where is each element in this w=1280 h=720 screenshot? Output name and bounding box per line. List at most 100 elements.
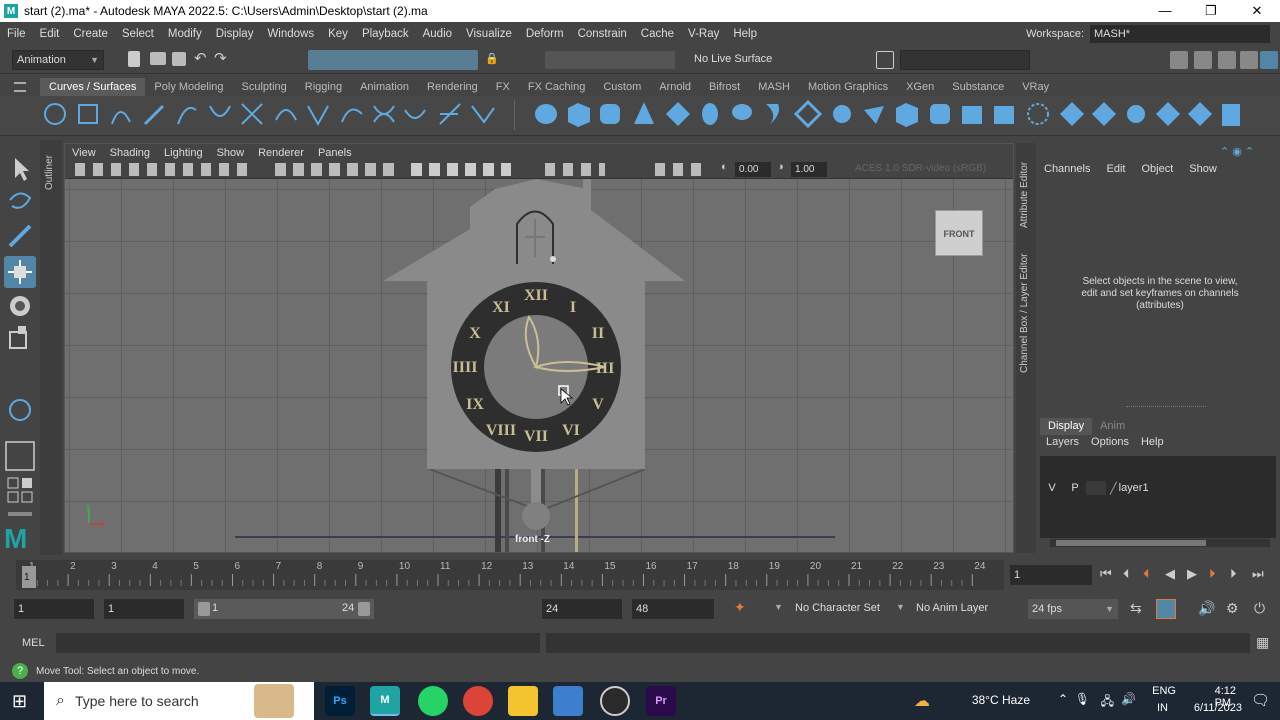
step-back-key-icon[interactable]: ⏴ — [1143, 566, 1150, 582]
fillet-curve-icon[interactable] — [373, 105, 395, 123]
time-slider[interactable]: 123456789101112131415161718192021222324 … — [16, 560, 1004, 590]
menu-help[interactable]: Help — [726, 28, 764, 40]
taskbar-search-box[interactable]: ⌕ Type here to search — [44, 682, 314, 720]
scene-start-field[interactable]: 1 — [14, 599, 94, 619]
shelf-tab-xgen[interactable]: XGen — [897, 78, 943, 96]
shading-mode-icons[interactable] — [411, 163, 511, 176]
menu-visualize[interactable]: Visualize — [459, 28, 519, 40]
insert-isoparm-icon[interactable] — [1092, 102, 1116, 126]
menu-playback[interactable]: Playback — [355, 28, 416, 40]
shelf-tab-sculpting[interactable]: Sculpting — [233, 78, 296, 96]
open-scene-icon[interactable] — [150, 52, 166, 65]
select-tool-icon[interactable] — [15, 158, 29, 181]
play-forwards-icon[interactable]: ▶ — [1187, 566, 1197, 582]
step-back-frame-icon[interactable]: ⏴ — [1123, 566, 1130, 582]
character-set-chevron-icon[interactable]: ▼ — [774, 602, 783, 612]
viewport-menu-show[interactable]: Show — [210, 147, 252, 159]
notification-icon[interactable]: 🗨 — [1251, 691, 1270, 709]
new-scene-icon[interactable] — [128, 51, 140, 67]
playback-options-icon[interactable]: ⏻ — [1254, 600, 1265, 617]
viewport-menu-panels[interactable]: Panels — [311, 147, 359, 159]
taskbar-chrome-icon[interactable] — [463, 686, 493, 716]
curve-edit-icon[interactable] — [241, 103, 263, 125]
language-indicator[interactable]: ENG — [1152, 685, 1176, 697]
intersect-icon[interactable] — [930, 104, 950, 124]
curve-detach-icon[interactable] — [307, 105, 329, 127]
layer-visibility-toggle[interactable]: V — [1040, 482, 1064, 494]
lasso-tool-icon[interactable] — [9, 192, 32, 209]
offset-surface-icon[interactable] — [1127, 105, 1145, 123]
animation-preferences-icon[interactable]: ⚙ — [1226, 600, 1239, 617]
sound-icon[interactable]: 🔊 — [1198, 600, 1215, 617]
viewport-menu-renderer[interactable]: Renderer — [251, 147, 311, 159]
square-surface-icon[interactable] — [864, 106, 884, 124]
playback-end-field[interactable]: 24 — [542, 599, 622, 619]
layer-color-swatch[interactable] — [1086, 481, 1106, 495]
shelf-tab-vray[interactable]: VRay — [1013, 78, 1058, 96]
taskbar-screen-recorder-icon[interactable] — [600, 686, 630, 716]
arc-tool-icon[interactable] — [177, 106, 197, 125]
menu-cache[interactable]: Cache — [634, 28, 681, 40]
bezier-curve-icon[interactable] — [209, 105, 231, 117]
shelf-tab-custom[interactable]: Custom — [594, 78, 650, 96]
planar-icon[interactable] — [471, 105, 495, 124]
shelf-tab-substance[interactable]: Substance — [943, 78, 1013, 96]
cv-curve-icon[interactable] — [111, 111, 131, 125]
anim-layer-label[interactable]: No Anim Layer — [916, 602, 988, 614]
gamma-field[interactable]: 1.00 — [791, 162, 827, 177]
revolve-icon[interactable] — [732, 104, 752, 120]
extend-surface-icon[interactable] — [1060, 102, 1084, 126]
playback-start-field[interactable]: 1 — [104, 599, 184, 619]
taskbar-app-icon[interactable] — [553, 686, 583, 716]
tool-settings-icon[interactable] — [1240, 51, 1258, 69]
auto-key-icon[interactable]: ✦ — [734, 599, 746, 616]
menu-create[interactable]: Create — [66, 28, 115, 40]
shelf-tab-motion-graphics[interactable]: Motion Graphics — [799, 78, 897, 96]
maximize-button[interactable]: ❐ — [1188, 0, 1234, 22]
menu-constrain[interactable]: Constrain — [571, 28, 634, 40]
curve-attach-icon[interactable] — [275, 109, 297, 121]
channel-box-menu-channels[interactable]: Channels — [1036, 163, 1098, 175]
channel-box-menu-object[interactable]: Object — [1133, 163, 1181, 175]
nurbs-torus-icon[interactable] — [702, 103, 718, 125]
last-tool-icon[interactable] — [9, 399, 31, 421]
mash-logo-icon[interactable]: M — [4, 523, 27, 554]
taskbar-maya[interactable]: M — [370, 686, 400, 716]
nurbs-cube-icon[interactable] — [568, 103, 590, 127]
menuset-dropdown[interactable]: Animation ▼ — [12, 50, 104, 70]
viewport-menu-view[interactable]: View — [65, 147, 103, 159]
shelf-tab-rigging[interactable]: Rigging — [296, 78, 351, 96]
fps-dropdown[interactable]: 24 fps ▼ — [1028, 599, 1118, 619]
cached-playback-icon[interactable] — [1156, 599, 1176, 619]
loop-icon[interactable]: ⇆ — [1130, 600, 1142, 617]
step-forward-key-icon[interactable]: ⏵ — [1209, 566, 1216, 582]
layer-menu-layers[interactable]: Layers — [1040, 436, 1085, 448]
menu-vray[interactable]: V-Ray — [681, 28, 726, 40]
shelf-tab-poly-modeling[interactable]: Poly Modeling — [145, 78, 232, 96]
layer-playback-toggle[interactable]: P — [1064, 482, 1086, 494]
untrim-icon[interactable] — [1027, 103, 1049, 125]
reverse-surface-icon[interactable] — [1188, 102, 1212, 126]
menu-windows[interactable]: Windows — [260, 28, 321, 40]
command-language-toggle[interactable]: MEL — [22, 637, 45, 649]
layer-horizontal-scrollbar[interactable] — [1050, 539, 1270, 547]
undo-icon[interactable]: ↶ — [194, 51, 212, 70]
nurbs-square-icon[interactable] — [78, 104, 98, 124]
rotate-tool-icon[interactable] — [10, 296, 30, 316]
viewport-menu-lighting[interactable]: Lighting — [157, 147, 210, 159]
isolate-icons[interactable] — [655, 163, 705, 176]
weather-text[interactable]: 38°C Haze — [972, 693, 1030, 707]
script-editor-icon[interactable]: ▦ — [1256, 634, 1269, 651]
tab-attribute-editor[interactable]: Attribute Editor — [1019, 162, 1030, 228]
layer-tab-display[interactable]: Display — [1040, 418, 1093, 435]
render-view-icon[interactable] — [876, 51, 894, 69]
snap-toolbar[interactable] — [545, 51, 675, 69]
layer-row[interactable]: V P ╱ layer1 — [1040, 478, 1276, 498]
range-start-handle[interactable] — [198, 602, 210, 616]
save-scene-icon[interactable] — [172, 52, 186, 66]
close-button[interactable]: ✕ — [1234, 0, 1280, 22]
nurbs-cone-icon[interactable] — [634, 102, 654, 124]
panel-splitter[interactable] — [1126, 406, 1206, 408]
shelf-tab-fx[interactable]: FX — [487, 78, 519, 96]
offset-curve-icon[interactable] — [341, 108, 363, 123]
